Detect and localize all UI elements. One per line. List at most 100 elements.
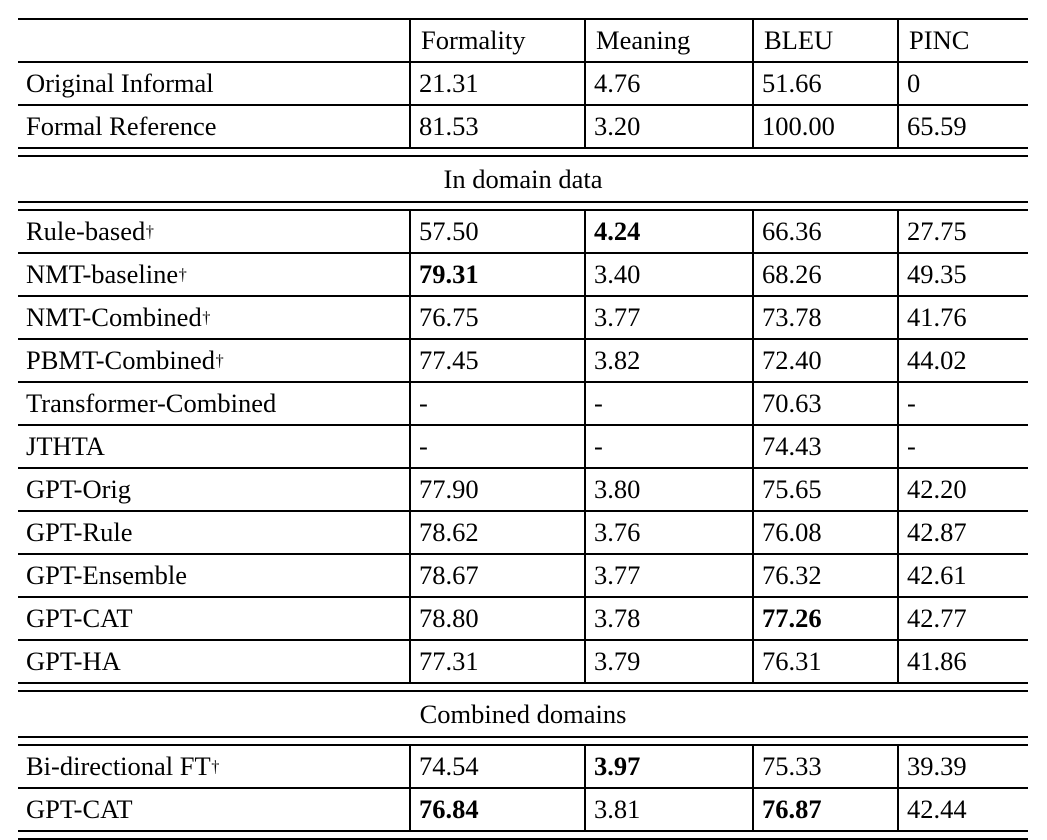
table-row: GPT-CAT 76.84 3.81 76.87 42.44 xyxy=(18,789,1028,830)
bleu-value: 74.43 xyxy=(762,431,822,462)
bleu-value: 75.33 xyxy=(762,751,822,782)
row-label-cell: Rule-based † xyxy=(18,211,410,252)
formality-value: 79.31 xyxy=(419,259,479,290)
pinc-value: 27.75 xyxy=(907,216,967,247)
row-label: GPT-CAT xyxy=(26,603,133,634)
table-row: Original Informal 21.31 4.76 51.66 0 xyxy=(18,63,1028,104)
formality-cell: 74.54 xyxy=(409,746,585,787)
meaning-cell: - xyxy=(584,426,753,467)
table-row: NMT-baseline † 79.31 3.40 68.26 49.35 xyxy=(18,254,1028,295)
pinc-value: 0 xyxy=(907,68,921,99)
row-label: GPT-Ensemble xyxy=(26,560,187,591)
pinc-value: 42.87 xyxy=(907,517,967,548)
formality-cell: 77.90 xyxy=(409,469,585,510)
pinc-cell: 44.02 xyxy=(897,340,1028,381)
pinc-value: 41.86 xyxy=(907,646,967,677)
pinc-cell: 41.86 xyxy=(897,641,1028,682)
table-row: GPT-Ensemble 78.67 3.77 76.32 42.61 xyxy=(18,555,1028,596)
bleu-value: 68.26 xyxy=(762,259,822,290)
section-header-row: In domain data xyxy=(18,157,1028,201)
pinc-value: 49.35 xyxy=(907,259,967,290)
pinc-cell: - xyxy=(897,383,1028,424)
row-label-cell: Original Informal xyxy=(18,63,410,104)
meaning-cell: 3.77 xyxy=(584,297,753,338)
bleu-value: 72.40 xyxy=(762,345,822,376)
section-header-row: Combined domains xyxy=(18,692,1028,736)
meaning-value: 3.20 xyxy=(594,111,641,142)
bleu-cell: 76.31 xyxy=(752,641,898,682)
bleu-value: 70.63 xyxy=(762,388,822,419)
bleu-value: 76.08 xyxy=(762,517,822,548)
row-label-cell: NMT-baseline † xyxy=(18,254,410,295)
page-root: Formality Meaning BLEU PINC Original Informa… xyxy=(0,0,1047,840)
pinc-cell: 42.20 xyxy=(897,469,1028,510)
meaning-cell: 3.20 xyxy=(584,106,753,147)
formality-value: 78.62 xyxy=(419,517,479,548)
bleu-value: 100.00 xyxy=(762,111,835,142)
row-label-cell: GPT-CAT xyxy=(18,598,410,639)
row-label-cell: Formal Reference xyxy=(18,106,410,147)
row-label: GPT-HA xyxy=(26,646,121,677)
row-label: PBMT-Combined † xyxy=(26,345,224,376)
formality-cell: 77.45 xyxy=(409,340,585,381)
meaning-value: 3.97 xyxy=(594,751,641,782)
meaning-cell: 3.81 xyxy=(584,789,753,830)
pinc-cell: 65.59 xyxy=(897,106,1028,147)
meaning-value: 3.80 xyxy=(594,474,641,505)
meaning-value: 3.81 xyxy=(594,794,641,825)
meaning-value: 3.77 xyxy=(594,560,641,591)
section-divider-rule-bottom xyxy=(18,201,1028,211)
row-label: Original Informal xyxy=(26,68,214,99)
section-header-cell: Combined domains xyxy=(18,692,1028,736)
table-bottom-rule xyxy=(18,830,1028,840)
bleu-cell: 68.26 xyxy=(752,254,898,295)
formality-cell: 78.80 xyxy=(409,598,585,639)
meaning-cell: 3.40 xyxy=(584,254,753,295)
pinc-value: 44.02 xyxy=(907,345,967,376)
pinc-value: 42.61 xyxy=(907,560,967,591)
bleu-cell: 51.66 xyxy=(752,63,898,104)
meaning-value: 4.24 xyxy=(594,216,641,247)
pinc-cell: 42.87 xyxy=(897,512,1028,553)
pinc-value: 42.20 xyxy=(907,474,967,505)
bleu-cell: 77.26 xyxy=(752,598,898,639)
bleu-value: 76.32 xyxy=(762,560,822,591)
bleu-value: 76.87 xyxy=(762,794,822,825)
meaning-value: 3.40 xyxy=(594,259,641,290)
row-label-cell: GPT-CAT xyxy=(18,789,410,830)
formality-cell: 21.31 xyxy=(409,63,585,104)
bleu-cell: 70.63 xyxy=(752,383,898,424)
formality-value: 21.31 xyxy=(419,68,479,99)
row-label: NMT-Combined † xyxy=(26,302,211,333)
formality-value: - xyxy=(419,431,428,462)
formality-cell: 81.53 xyxy=(409,106,585,147)
table-row: Formal Reference 81.53 3.20 100.00 65.59 xyxy=(18,106,1028,147)
row-label-cell: NMT-Combined † xyxy=(18,297,410,338)
table-row: Transformer-Combined - - 70.63 - xyxy=(18,383,1028,424)
pinc-cell: 27.75 xyxy=(897,211,1028,252)
formality-cell: - xyxy=(409,383,585,424)
horizontal-rule xyxy=(18,830,1028,840)
bleu-cell: 73.78 xyxy=(752,297,898,338)
section-header-cell: In domain data xyxy=(18,157,1028,201)
formality-value: 74.54 xyxy=(419,751,479,782)
column-header-bleu: BLEU xyxy=(764,25,834,56)
pinc-value: - xyxy=(907,431,916,462)
row-label: Transformer-Combined xyxy=(26,388,277,419)
meaning-cell: 3.76 xyxy=(584,512,753,553)
meaning-value: - xyxy=(594,431,603,462)
meaning-cell: - xyxy=(584,383,753,424)
pinc-value: 42.44 xyxy=(907,794,967,825)
header-cell-pinc: PINC xyxy=(897,20,1028,61)
pinc-cell: 39.39 xyxy=(897,746,1028,787)
row-label-cell: GPT-Ensemble xyxy=(18,555,410,596)
row-label-cell: Transformer-Combined xyxy=(18,383,410,424)
row-label-cell: PBMT-Combined † xyxy=(18,340,410,381)
meaning-cell: 3.78 xyxy=(584,598,753,639)
table-row: JTHTA - - 74.43 - xyxy=(18,426,1028,467)
pinc-cell: 0 xyxy=(897,63,1028,104)
formality-value: 78.80 xyxy=(419,603,479,634)
bleu-value: 66.36 xyxy=(762,216,822,247)
meaning-cell: 3.80 xyxy=(584,469,753,510)
row-label-cell: JTHTA xyxy=(18,426,410,467)
